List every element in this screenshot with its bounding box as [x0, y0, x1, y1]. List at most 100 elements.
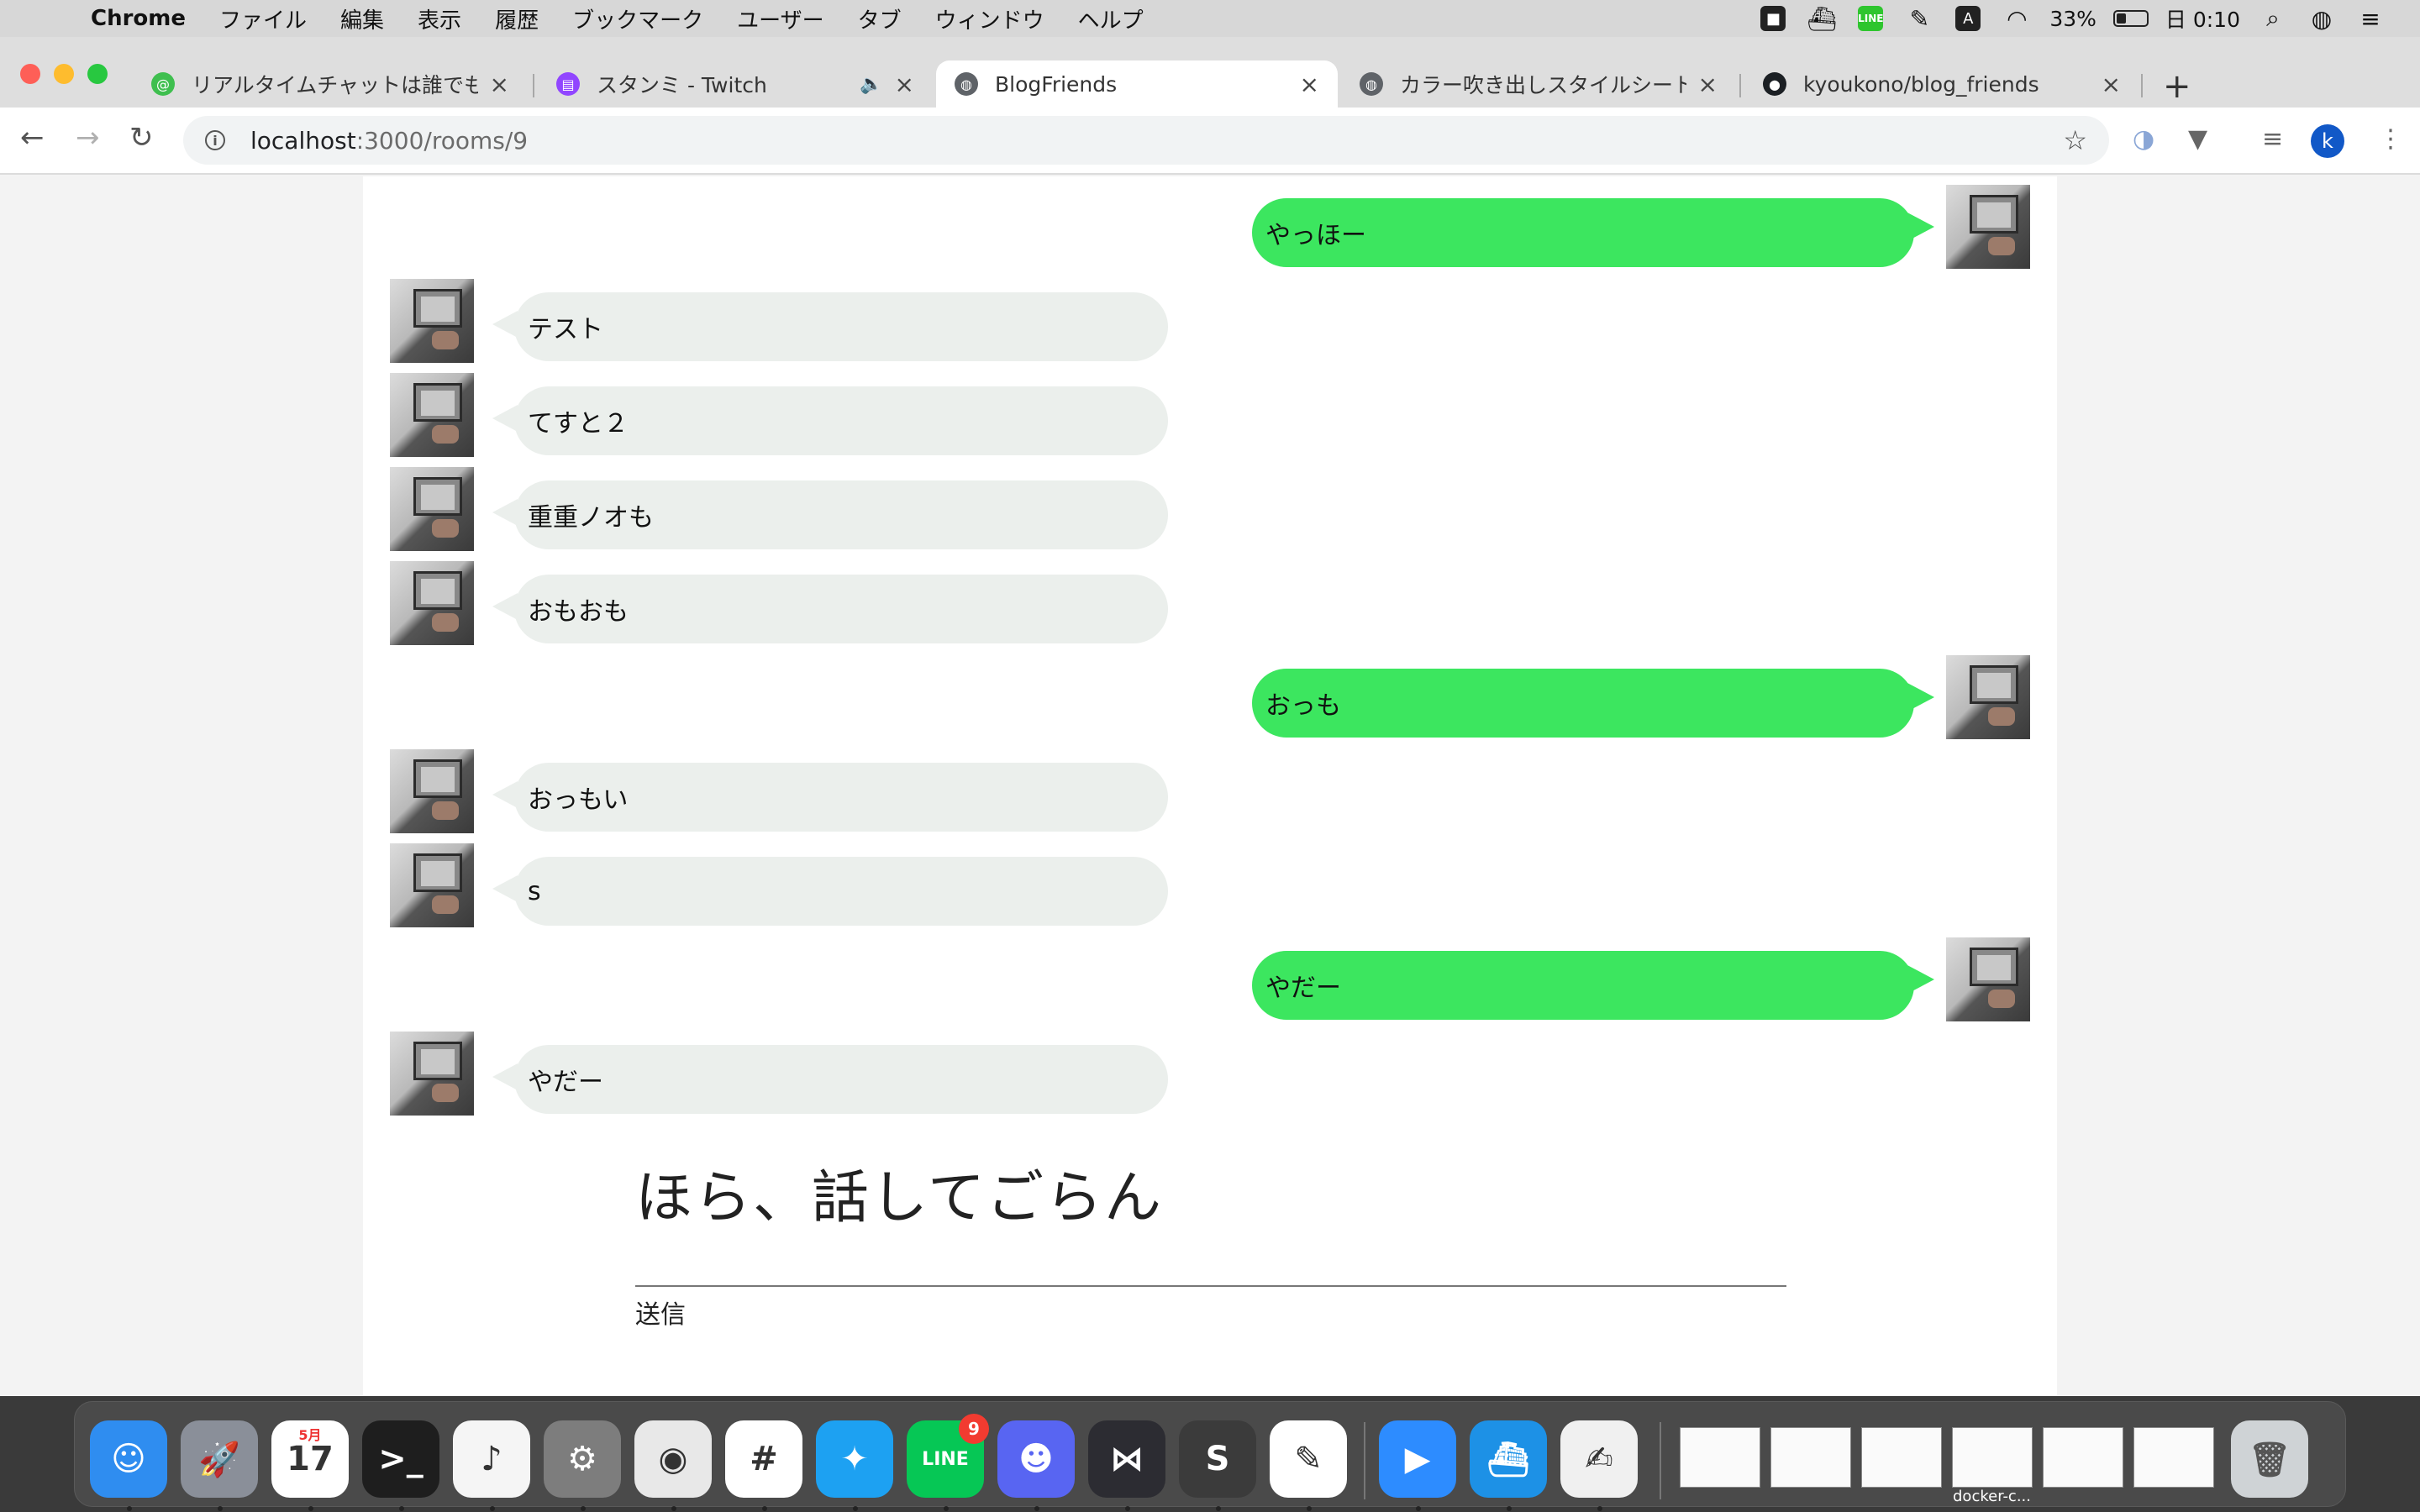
minimized-window-thumbnail[interactable] [2043, 1427, 2123, 1488]
battery-percent[interactable]: 33% [2049, 7, 2096, 31]
tab-blogfriends[interactable]: ◍ BlogFriends × [936, 60, 1338, 108]
menu-file[interactable]: ファイル [203, 3, 324, 34]
close-icon[interactable]: × [2102, 71, 2121, 98]
media-control-icon[interactable]: ≡ [2262, 124, 2283, 154]
tab-title: BlogFriends [995, 71, 1118, 97]
close-icon[interactable]: × [1300, 71, 1319, 98]
avatar-hand [432, 519, 459, 538]
input-source-icon[interactable]: A [1955, 6, 1981, 31]
tab-github[interactable]: ● kyoukono/blog_friends × [1744, 60, 2139, 108]
message-input[interactable] [635, 1235, 1786, 1287]
chrome-icon[interactable]: ◉ [634, 1420, 712, 1511]
avatar[interactable] [390, 561, 474, 645]
message-bubble: おっもい [492, 763, 1168, 832]
menu-window[interactable]: ウィンドウ [918, 3, 1061, 34]
new-tab-button[interactable]: + [2163, 67, 2191, 106]
camera-icon[interactable]: ■ [1760, 6, 1786, 31]
dock-glyph: S [1205, 1440, 1230, 1478]
avatar[interactable] [390, 843, 474, 927]
more-menu-icon[interactable]: ⋮ [2378, 124, 2403, 154]
menu-people[interactable]: ユーザー [720, 3, 840, 34]
docker-icon[interactable]: ⛴ [1470, 1420, 1547, 1511]
avatar-screen [413, 289, 462, 328]
menu-bookmarks[interactable]: ブックマーク [555, 3, 720, 34]
tab-title: リアルタイムチャットは誰でもつく [192, 73, 478, 97]
close-icon[interactable]: × [895, 71, 914, 98]
music-icon[interactable]: ♪ [453, 1420, 530, 1511]
sublime-icon[interactable]: S [1179, 1420, 1256, 1511]
wifi-icon[interactable]: ◠ [2004, 5, 2029, 33]
close-icon[interactable]: × [490, 71, 509, 98]
minimize-window-button[interactable] [54, 64, 74, 84]
slack-icon[interactable]: # [725, 1420, 802, 1511]
avatar-hand [1988, 237, 2015, 255]
avatar[interactable] [390, 373, 474, 457]
finder-icon[interactable]: ☺ [90, 1420, 167, 1511]
running-indicator [1216, 1506, 1221, 1511]
line-icon[interactable]: LINE 9 [907, 1414, 989, 1511]
discord-icon[interactable]: ☻ [997, 1420, 1075, 1511]
notification-center-icon[interactable]: ≡ [2358, 5, 2383, 33]
bookmark-star-icon[interactable]: ☆ [2063, 124, 2087, 156]
avatar[interactable] [1946, 655, 2030, 739]
evernote-icon[interactable]: ✎ [1270, 1420, 1347, 1511]
battery-icon[interactable] [2112, 10, 2149, 27]
trash-icon[interactable]: 🗑 [2231, 1420, 2308, 1498]
system-preferences-icon[interactable]: ⚙ [544, 1420, 621, 1511]
avatar[interactable] [390, 467, 474, 551]
running-indicator [1307, 1506, 1312, 1511]
menu-help[interactable]: ヘルプ [1061, 3, 1160, 34]
docker-status-icon[interactable]: ⛴ [1807, 5, 1838, 33]
avatar[interactable] [1946, 937, 2030, 1021]
dock-glyph: 17 [287, 1440, 334, 1478]
minimized-window-thumbnail[interactable] [2133, 1427, 2214, 1488]
minimized-window-thumbnail[interactable] [1770, 1427, 1851, 1488]
tab-css-bubbles[interactable]: ◍ カラー吹き出しスタイルシートCSS × [1341, 60, 1736, 108]
extension-icon[interactable]: ◑ [2133, 124, 2154, 154]
menu-view[interactable]: 表示 [401, 3, 478, 34]
menu-history[interactable]: 履歴 [478, 3, 555, 34]
spotlight-search-icon[interactable]: ⌕ [2260, 4, 2286, 32]
info-icon[interactable]: i [205, 130, 225, 150]
evernote-status-icon[interactable]: ✎ [1907, 5, 1932, 33]
close-window-button[interactable] [20, 64, 40, 84]
avatar[interactable] [1946, 185, 2030, 269]
calendar-icon[interactable]: 17 5月 [271, 1420, 349, 1511]
vscode-icon[interactable]: ⋈ [1088, 1420, 1165, 1511]
launchpad-icon[interactable]: 🚀 [181, 1420, 258, 1511]
tab-realtime-chat[interactable]: @ リアルタイムチャットは誰でもつく × [133, 60, 528, 108]
avatar[interactable] [390, 279, 474, 363]
avatar-hand [432, 613, 459, 632]
close-icon[interactable]: × [1698, 71, 1718, 98]
menu-edit[interactable]: 編集 [324, 3, 401, 34]
chat-page: やっほー テスト てすと２ 重重ノオも おもおも おっも おっもい s やだー やだー ほら、話し… [363, 176, 2057, 1396]
reload-icon[interactable]: ↻ [129, 121, 154, 155]
line-status-icon[interactable]: LINE [1858, 6, 1884, 31]
menu-app-name[interactable]: Chrome [69, 6, 203, 31]
vue-devtools-icon[interactable]: ▼ [2188, 124, 2207, 154]
running-indicator [1507, 1506, 1512, 1511]
zoom-icon[interactable]: ▶ [1379, 1420, 1456, 1511]
zoom-window-button[interactable] [87, 64, 108, 84]
speaker-icon[interactable]: 🔈 [860, 74, 882, 95]
twitter-icon[interactable]: ✦ [816, 1420, 893, 1511]
profile-avatar[interactable]: k [2311, 124, 2344, 158]
minimized-window-thumbnail[interactable]: docker-c... [1952, 1427, 2033, 1505]
address-bar[interactable]: i localhost:3000/rooms/9 ☆ [183, 116, 2109, 165]
forward-arrow-icon[interactable]: → [76, 121, 100, 155]
chat-message-theirs: てすと２ [363, 373, 2057, 457]
avatar[interactable] [390, 1032, 474, 1116]
tab-twitch[interactable]: ▤ スタンミ - Twitch 🔈 × [538, 60, 933, 108]
dock-glyph: ⚙ [567, 1440, 597, 1478]
terminal-icon[interactable]: >_ [362, 1420, 439, 1511]
avatar[interactable] [390, 749, 474, 833]
textedit-icon[interactable]: ✍ [1560, 1420, 1638, 1511]
siri-icon[interactable]: ◍ [2309, 5, 2334, 33]
clock[interactable]: 日 0:10 [2165, 3, 2240, 34]
back-arrow-icon[interactable]: ← [20, 121, 45, 155]
minimized-window-thumbnail[interactable] [1861, 1427, 1942, 1488]
minimized-window-thumbnail[interactable] [1680, 1427, 1760, 1488]
menu-tab[interactable]: タブ [841, 3, 918, 34]
running-indicator [1597, 1506, 1602, 1511]
send-button[interactable]: 送信 [635, 1294, 686, 1331]
